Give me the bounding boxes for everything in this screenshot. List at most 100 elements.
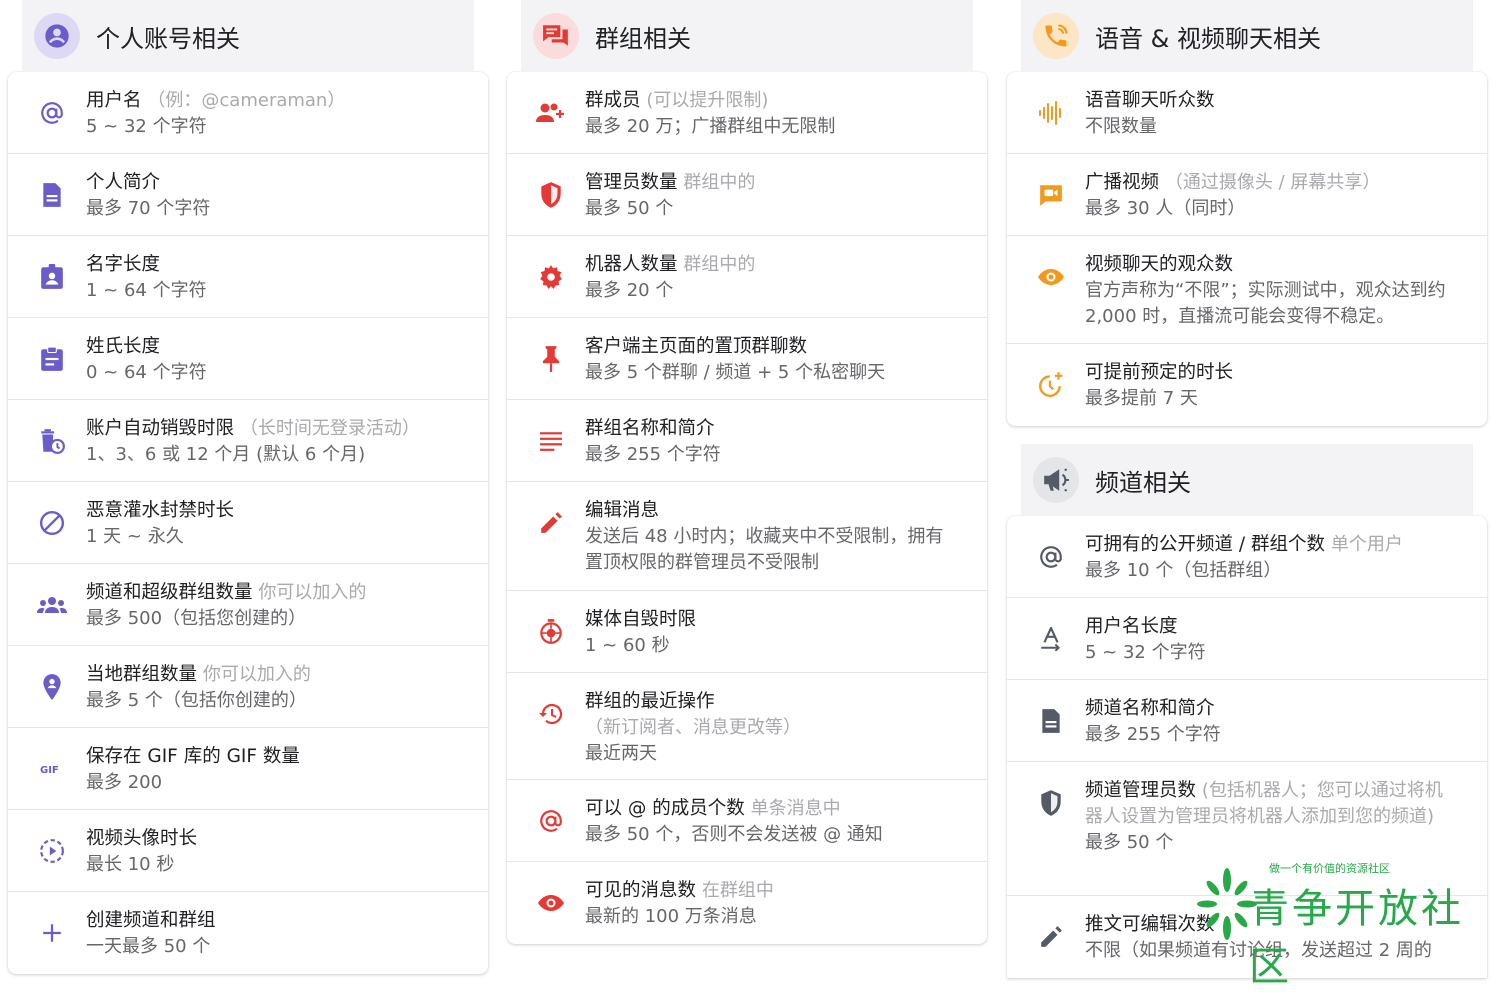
item-value: 最多 200 bbox=[86, 772, 163, 793]
item-value: 最多 5 个（包括你创建的） bbox=[86, 690, 307, 711]
list-item: 当地群组数量 你可以加入的 最多 5 个（包括你创建的） bbox=[8, 646, 488, 728]
watermark: 做一个有价值的资源社区 青争开放社区 bbox=[1197, 860, 1487, 990]
list-item: 视频头像时长 最长 10 秒 bbox=[8, 810, 488, 892]
item-label: 创建频道和群组 bbox=[86, 910, 216, 931]
section-title: 频道相关 bbox=[1095, 468, 1191, 497]
list-item: 群组名称和简介 最多 255 个字符 bbox=[507, 400, 987, 482]
item-value: 1 ~ 64 个字符 bbox=[86, 280, 207, 301]
item-label: 编辑消息 bbox=[585, 500, 660, 521]
limits-card: 语音聊天听众数 不限数量 广播视频 （通过摄像头 / 屏幕共享） 最多 30 人（… bbox=[1007, 72, 1487, 426]
limits-card: 用户名 （例：@cameraman） 5 ~ 32 个字符 个人简介 最多 70 … bbox=[8, 72, 488, 974]
item-hint: 单个用户 bbox=[1330, 534, 1403, 555]
list-item: 用户名 （例：@cameraman） 5 ~ 32 个字符 bbox=[8, 72, 488, 154]
add-member-icon bbox=[533, 95, 569, 131]
video-broadcast-icon bbox=[1033, 177, 1069, 213]
delete-timer-icon bbox=[34, 423, 70, 459]
list-item: 视频聊天的观众数 官方声称为“不限”；实际测试中，观众达到约 2,000 时，直… bbox=[1007, 236, 1487, 344]
item-hint: 群组中的 bbox=[683, 172, 756, 193]
list-item: 账户自动销毁时限 （长时间无登录活动） 1、3、6 或 12 个月 (默认 6 个… bbox=[8, 400, 488, 482]
item-value: 1 ~ 60 秒 bbox=[585, 635, 670, 656]
chat-bubbles-icon bbox=[533, 13, 579, 59]
at-sign-icon bbox=[1033, 539, 1069, 575]
item-label: 保存在 GIF 库的 GIF 数量 bbox=[86, 746, 300, 767]
voice-wave-icon bbox=[1033, 95, 1069, 131]
item-label: 频道名称和简介 bbox=[1085, 698, 1215, 719]
item-value: 最多提前 7 天 bbox=[1085, 388, 1198, 409]
item-hint: （例：@cameraman） bbox=[147, 90, 346, 111]
list-item: 恶意灌水封禁时长 1 天 ~ 永久 bbox=[8, 482, 488, 564]
item-hint: （长时间无登录活动） bbox=[239, 418, 420, 439]
list-item: 可见的消息数 在群组中 最新的 100 万条消息 bbox=[507, 862, 987, 944]
item-hint: 在群组中 bbox=[701, 880, 774, 901]
item-label: 用户名长度 bbox=[1085, 616, 1178, 637]
item-label: 群组的最近操作 bbox=[585, 691, 715, 712]
list-item: 客户端主页面的置顶群聊数 最多 5 个群聊 / 频道 + 5 个私密聊天 bbox=[507, 318, 987, 400]
section-title: 个人账号相关 bbox=[96, 24, 240, 53]
schedule-timer-icon bbox=[1033, 367, 1069, 403]
list-item: 用户名长度 5 ~ 32 个字符 bbox=[1007, 598, 1487, 680]
item-hint: (可以提升限制) bbox=[646, 90, 769, 111]
section-header: 群组相关 bbox=[521, 0, 973, 72]
item-value: 最多 50 个，否则不会发送被 @ 通知 bbox=[585, 824, 883, 845]
item-label: 视频头像时长 bbox=[86, 828, 198, 849]
list-item: 管理员数量 群组中的 最多 50 个 bbox=[507, 154, 987, 236]
item-label: 视频聊天的观众数 bbox=[1085, 254, 1234, 275]
list-item: 姓氏长度 0 ~ 64 个字符 bbox=[8, 318, 488, 400]
svg-text:GIF: GIF bbox=[40, 765, 59, 776]
eye-icon bbox=[533, 885, 569, 921]
item-value: 最多 255 个字符 bbox=[1085, 724, 1221, 745]
list-item: 编辑消息 发送后 48 小时内；收藏夹中不受限制，拥有置顶权限的群管理员不受限制 bbox=[507, 482, 987, 591]
section-title: 语音 & 视频聊天相关 bbox=[1095, 24, 1321, 53]
item-value: 最多 30 人（同时） bbox=[1085, 198, 1246, 219]
section-header: 个人账号相关 bbox=[22, 0, 474, 72]
item-value: 最多 5 个群聊 / 频道 + 5 个私密聊天 bbox=[585, 362, 886, 383]
list-item: 媒体自毁时限 1 ~ 60 秒 bbox=[507, 591, 987, 673]
shield-icon bbox=[1033, 785, 1069, 821]
item-label: 可以 @ 的成员个数 bbox=[585, 798, 745, 819]
item-label: 客户端主页面的置顶群聊数 bbox=[585, 336, 808, 357]
shield-icon bbox=[533, 177, 569, 213]
gear-icon bbox=[533, 259, 569, 295]
item-value: 最多 70 个字符 bbox=[86, 198, 211, 219]
item-label: 账户自动销毁时限 bbox=[86, 418, 235, 439]
list-item: 可拥有的公开频道 / 群组个数 单个用户 最多 10 个（包括群组） bbox=[1007, 516, 1487, 598]
watermark-logo-icon bbox=[1197, 868, 1257, 940]
item-value: 0 ~ 64 个字符 bbox=[86, 362, 207, 383]
item-label: 语音聊天听众数 bbox=[1085, 90, 1215, 111]
item-label: 机器人数量 bbox=[585, 254, 678, 275]
font-size-icon bbox=[1033, 621, 1069, 657]
list-item: 可提前预定的时长 最多提前 7 天 bbox=[1007, 344, 1487, 426]
item-label: 广播视频 bbox=[1085, 172, 1160, 193]
item-label: 可提前预定的时长 bbox=[1085, 362, 1234, 383]
megaphone-icon bbox=[1033, 457, 1079, 503]
plus-icon bbox=[34, 915, 70, 951]
item-value: 最多 500（包括您创建的） bbox=[86, 608, 307, 629]
section-header: 语音 & 视频聊天相关 bbox=[1021, 0, 1473, 72]
item-value: 最多 20 个 bbox=[585, 280, 674, 301]
item-label: 名字长度 bbox=[86, 254, 161, 275]
watermark-name: 青争开放社区 bbox=[1249, 886, 1464, 990]
pencil-icon bbox=[533, 505, 569, 541]
item-value: 最多 255 个字符 bbox=[585, 444, 721, 465]
item-label: 个人简介 bbox=[86, 172, 161, 193]
item-value: 最多 20 万；广播群组中无限制 bbox=[585, 116, 836, 137]
item-label: 用户名 bbox=[86, 90, 142, 111]
item-value: 一天最多 50 个 bbox=[86, 936, 211, 957]
item-hint: 群组中的 bbox=[683, 254, 756, 275]
at-sign-icon bbox=[533, 803, 569, 839]
item-value: 不限数量 bbox=[1085, 116, 1157, 137]
item-label: 媒体自毁时限 bbox=[585, 609, 697, 630]
item-value: 最多 50 个 bbox=[1085, 832, 1174, 853]
item-label: 可见的消息数 bbox=[585, 880, 697, 901]
section-groups: 群组相关 群成员 (可以提升限制) 最多 20 万；广播群组中无限制 管理员数量 … bbox=[507, 0, 987, 944]
section-personal-account: 个人账号相关 用户名 （例：@cameraman） 5 ~ 32 个字符 个人简介… bbox=[8, 0, 488, 974]
item-value: 1、3、6 或 12 个月 (默认 6 个月) bbox=[86, 444, 366, 465]
badge-icon bbox=[34, 259, 70, 295]
list-item: 可以 @ 的成员个数 单条消息中 最多 50 个，否则不会发送被 @ 通知 bbox=[507, 780, 987, 862]
item-value: 5 ~ 32 个字符 bbox=[1085, 642, 1206, 663]
list-item: 广播视频 （通过摄像头 / 屏幕共享） 最多 30 人（同时） bbox=[1007, 154, 1487, 236]
account-circle-icon bbox=[34, 13, 80, 59]
item-label: 管理员数量 bbox=[585, 172, 678, 193]
section-voice-video: 语音 & 视频聊天相关 语音聊天听众数 不限数量 广播视频 （通过摄像头 / 屏… bbox=[1007, 0, 1487, 426]
item-value: 1 天 ~ 永久 bbox=[86, 526, 184, 547]
